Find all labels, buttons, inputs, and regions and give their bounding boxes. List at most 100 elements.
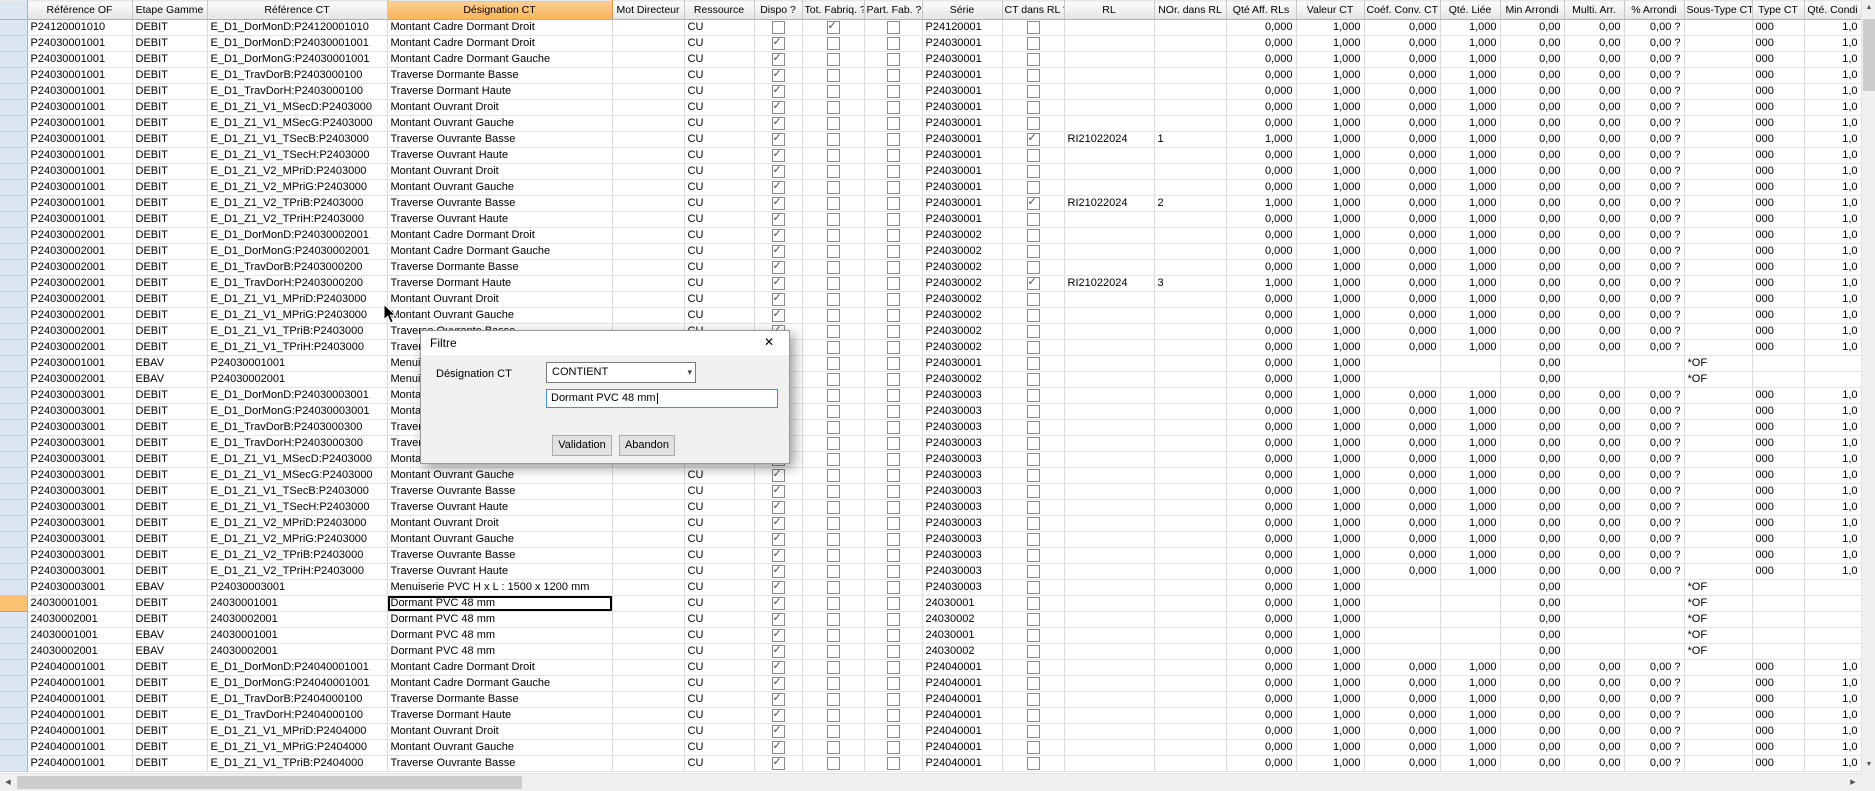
- cell-qte_condi[interactable]: 1,0: [1804, 676, 1861, 692]
- cell-pct_arrondi[interactable]: [1624, 628, 1684, 644]
- cell-qte_aff_rls[interactable]: 0,000: [1226, 612, 1296, 628]
- cell-sous_type_ct[interactable]: [1684, 100, 1752, 116]
- cell-ct_dans_rl[interactable]: [1002, 564, 1064, 580]
- cell-coef_conv_ct[interactable]: 0,000: [1364, 52, 1440, 68]
- cell-qte_liee[interactable]: [1440, 356, 1500, 372]
- cell-etape_gamme[interactable]: DEBIT: [132, 196, 207, 212]
- cell-valeur_ct[interactable]: 1,000: [1296, 356, 1364, 372]
- cell-serie[interactable]: P24030001: [922, 132, 1002, 148]
- row-selector[interactable]: [0, 740, 27, 756]
- cell-pct_arrondi[interactable]: 0,00 ?: [1624, 516, 1684, 532]
- cell-etape_gamme[interactable]: DEBIT: [132, 596, 207, 612]
- cell-serie[interactable]: 24030001: [922, 596, 1002, 612]
- cell-reference_ct[interactable]: 24030001001: [207, 596, 387, 612]
- cell-pct_arrondi[interactable]: [1624, 596, 1684, 612]
- cell-coef_conv_ct[interactable]: [1364, 372, 1440, 388]
- cell-coef_conv_ct[interactable]: 0,000: [1364, 292, 1440, 308]
- cell-ressource[interactable]: CU: [684, 84, 754, 100]
- cell-qte_liee[interactable]: 1,000: [1440, 164, 1500, 180]
- cell-mot_directeur[interactable]: [612, 724, 684, 740]
- tot_fabriq-checkbox[interactable]: [827, 725, 840, 738]
- cell-sous_type_ct[interactable]: [1684, 68, 1752, 84]
- cell-type_ct[interactable]: 000: [1752, 196, 1804, 212]
- cell-valeur_ct[interactable]: 1,000: [1296, 292, 1364, 308]
- cell-qte_liee[interactable]: [1440, 596, 1500, 612]
- cell-qte_liee[interactable]: 1,000: [1440, 660, 1500, 676]
- cell-sous_type_ct[interactable]: [1684, 36, 1752, 52]
- cell-qte_condi[interactable]: 1,0: [1804, 484, 1861, 500]
- part_fab-checkbox[interactable]: [887, 373, 900, 386]
- cell-coef_conv_ct[interactable]: 0,000: [1364, 756, 1440, 772]
- cell-qte_condi[interactable]: 1,0: [1804, 660, 1861, 676]
- cell-rl[interactable]: [1064, 244, 1154, 260]
- cell-rl[interactable]: [1064, 596, 1154, 612]
- cell-part_fab[interactable]: [864, 692, 922, 708]
- cell-sous_type_ct[interactable]: [1684, 324, 1752, 340]
- cell-nor_dans_rl[interactable]: [1154, 660, 1226, 676]
- cell-designation_ct[interactable]: Dormant PVC 48 mm: [387, 628, 612, 644]
- cell-sous_type_ct[interactable]: [1684, 564, 1752, 580]
- cell-qte_liee[interactable]: 1,000: [1440, 324, 1500, 340]
- dispo-checkbox[interactable]: [772, 117, 785, 130]
- cell-nor_dans_rl[interactable]: [1154, 532, 1226, 548]
- tot_fabriq-checkbox[interactable]: [827, 549, 840, 562]
- cell-pct_arrondi[interactable]: 0,00 ?: [1624, 692, 1684, 708]
- cell-sous_type_ct[interactable]: *OF: [1684, 596, 1752, 612]
- cell-tot_fabriq[interactable]: [802, 52, 864, 68]
- cell-type_ct[interactable]: 000: [1752, 708, 1804, 724]
- cell-type_ct[interactable]: 000: [1752, 516, 1804, 532]
- dispo-checkbox[interactable]: [772, 213, 785, 226]
- cell-min_arrondi[interactable]: 0,00: [1500, 740, 1564, 756]
- cell-serie[interactable]: P24030002: [922, 324, 1002, 340]
- cell-sous_type_ct[interactable]: [1684, 484, 1752, 500]
- cell-reference_ct[interactable]: E_D1_Z1_V1_MSecD:P2403000: [207, 452, 387, 468]
- cell-qte_aff_rls[interactable]: 0,000: [1226, 100, 1296, 116]
- row-selector[interactable]: [0, 116, 27, 132]
- row-selector[interactable]: [0, 596, 27, 612]
- row-selector[interactable]: [0, 148, 27, 164]
- cell-sous_type_ct[interactable]: [1684, 740, 1752, 756]
- cell-designation_ct[interactable]: Montant Ouvrant Droit: [387, 724, 612, 740]
- cell-etape_gamme[interactable]: DEBIT: [132, 36, 207, 52]
- cell-reference_ct[interactable]: 24030002001: [207, 612, 387, 628]
- cell-multi_arr[interactable]: 0,00: [1564, 244, 1624, 260]
- cell-etape_gamme[interactable]: DEBIT: [132, 132, 207, 148]
- cell-type_ct[interactable]: 000: [1752, 116, 1804, 132]
- scroll-up-button[interactable]: ▲: [1862, 0, 1875, 16]
- cell-serie[interactable]: P24030001: [922, 116, 1002, 132]
- cell-rl[interactable]: [1064, 308, 1154, 324]
- cell-coef_conv_ct[interactable]: 0,000: [1364, 676, 1440, 692]
- cell-tot_fabriq[interactable]: [802, 292, 864, 308]
- row-selector[interactable]: [0, 756, 27, 772]
- cell-type_ct[interactable]: 000: [1752, 468, 1804, 484]
- tot_fabriq-checkbox[interactable]: [827, 661, 840, 674]
- cell-ressource[interactable]: CU: [684, 532, 754, 548]
- cell-qte_condi[interactable]: 1,0: [1804, 532, 1861, 548]
- cell-coef_conv_ct[interactable]: 0,000: [1364, 116, 1440, 132]
- cell-type_ct[interactable]: 000: [1752, 692, 1804, 708]
- ct_dans_rl-checkbox[interactable]: [1027, 421, 1040, 434]
- cell-qte_liee[interactable]: 1,000: [1440, 404, 1500, 420]
- cell-part_fab[interactable]: [864, 756, 922, 772]
- cell-dispo[interactable]: [754, 628, 802, 644]
- cell-nor_dans_rl[interactable]: [1154, 388, 1226, 404]
- cell-qte_liee[interactable]: 1,000: [1440, 388, 1500, 404]
- cell-reference_ct[interactable]: E_D1_Z1_V1_TSecB:P2403000: [207, 484, 387, 500]
- cell-part_fab[interactable]: [864, 260, 922, 276]
- cell-ct_dans_rl[interactable]: [1002, 132, 1064, 148]
- cell-serie[interactable]: P24030001: [922, 356, 1002, 372]
- cell-valeur_ct[interactable]: 1,000: [1296, 740, 1364, 756]
- cell-multi_arr[interactable]: 0,00: [1564, 276, 1624, 292]
- cell-serie[interactable]: P24030001: [922, 180, 1002, 196]
- ct_dans_rl-checkbox[interactable]: [1027, 229, 1040, 242]
- cell-ressource[interactable]: CU: [684, 692, 754, 708]
- cell-multi_arr[interactable]: 0,00: [1564, 340, 1624, 356]
- cell-serie[interactable]: 24030001: [922, 628, 1002, 644]
- cell-multi_arr[interactable]: 0,00: [1564, 148, 1624, 164]
- tot_fabriq-checkbox[interactable]: [827, 677, 840, 690]
- ct_dans_rl-checkbox[interactable]: [1027, 613, 1040, 626]
- cell-valeur_ct[interactable]: 1,000: [1296, 724, 1364, 740]
- cell-mot_directeur[interactable]: [612, 68, 684, 84]
- cell-serie[interactable]: P24040001: [922, 756, 1002, 772]
- ct_dans_rl-checkbox[interactable]: [1027, 165, 1040, 178]
